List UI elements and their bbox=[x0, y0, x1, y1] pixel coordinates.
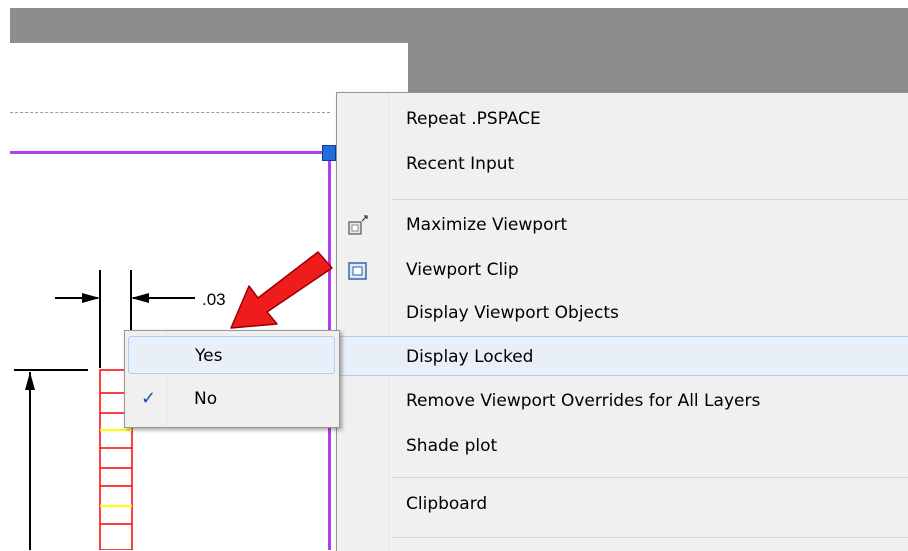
menu-item-label: Clipboard bbox=[406, 494, 488, 514]
checkmark-icon: ✓ bbox=[141, 388, 157, 409]
menu-item-maximize-viewport[interactable]: Maximize Viewport bbox=[337, 205, 908, 245]
menu-item-display-locked[interactable]: Display Locked bbox=[337, 336, 908, 376]
menu-item-label: Maximize Viewport bbox=[406, 215, 568, 235]
submenu-item-label: No bbox=[194, 389, 218, 409]
menu-item-repeat-pspace[interactable]: Repeat .PSPACE bbox=[337, 99, 908, 139]
menu-item-remove-viewport-overrides[interactable]: Remove Viewport Overrides for All Layers bbox=[337, 381, 908, 421]
dimension-arrowhead-left bbox=[82, 293, 100, 303]
display-locked-submenu: Yes ✓ No bbox=[124, 330, 340, 428]
menu-item-recent-input[interactable]: Recent Input bbox=[337, 144, 908, 184]
menu-item-shade-plot[interactable]: Shade plot bbox=[337, 426, 908, 466]
maximize-viewport-icon bbox=[348, 215, 368, 235]
menu-separator bbox=[392, 199, 908, 200]
menu-separator bbox=[392, 537, 908, 538]
menu-item-display-viewport-objects[interactable]: Display Viewport Objects bbox=[337, 293, 908, 333]
menu-item-label: Display Locked bbox=[406, 347, 534, 367]
dimension-text: .03 bbox=[202, 290, 226, 309]
submenu-item-yes[interactable]: Yes bbox=[128, 336, 335, 374]
menu-item-label: Shade plot bbox=[406, 436, 498, 456]
submenu-item-no[interactable]: ✓ No bbox=[128, 380, 335, 418]
viewport-clip-icon bbox=[348, 262, 367, 280]
menu-separator bbox=[392, 477, 908, 478]
menu-item-clipboard[interactable]: Clipboard bbox=[337, 484, 908, 524]
context-menu: Repeat .PSPACE Recent Input Maximize Vie… bbox=[336, 92, 908, 551]
submenu-item-label: Yes bbox=[195, 346, 223, 366]
menu-item-label: Repeat .PSPACE bbox=[406, 109, 541, 129]
menu-item-viewport-clip[interactable]: Viewport Clip bbox=[337, 250, 908, 290]
menu-item-label: Remove Viewport Overrides for All Layers bbox=[406, 391, 761, 411]
menu-item-label: Viewport Clip bbox=[406, 260, 519, 280]
dimension-arrowhead-up bbox=[25, 372, 35, 390]
menu-item-label: Recent Input bbox=[406, 154, 515, 174]
menu-item-label: Display Viewport Objects bbox=[406, 303, 619, 323]
dimension-arrowhead-right bbox=[131, 293, 149, 303]
